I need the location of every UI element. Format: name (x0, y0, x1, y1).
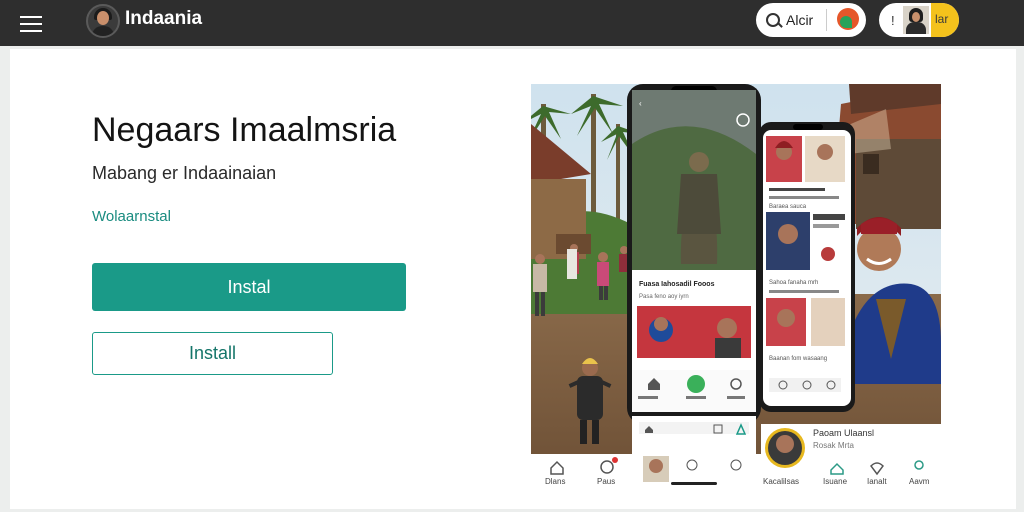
menu-icon[interactable] (20, 13, 42, 33)
search-button[interactable]: Alcir (756, 3, 866, 37)
phone2-caption-b: Sahoa fanaha mrh (769, 280, 818, 286)
app-logo-icon[interactable] (837, 8, 859, 30)
phone2-caption-c: Baanan fom wasaang (769, 356, 827, 362)
divider (826, 9, 827, 31)
install-secondary-button[interactable]: Install (92, 332, 333, 375)
search-icon (766, 13, 780, 27)
tab-label: Isuane (823, 477, 848, 486)
user-menu[interactable]: ! lar (879, 3, 959, 37)
learn-more-link[interactable]: Wolaarnstal (92, 208, 171, 225)
phone1-subline: Pasa feno aoy iyrn (639, 294, 689, 300)
page-subtitle: Mabang er Indaainaian (92, 163, 277, 183)
install-button[interactable]: Instal (92, 263, 406, 311)
profile-meta: Rosak Mrta (813, 441, 854, 450)
hero-image: Dlans Paus Kacalilsas Isuane Ianalt Aavm… (531, 84, 941, 494)
tab-label: Aavm (909, 477, 930, 486)
profile-name: Paoam Ulaansl (813, 428, 874, 438)
brand-name[interactable]: Indaania (125, 8, 202, 30)
user-indicator: ! (891, 13, 895, 28)
back-icon: ‹ (639, 99, 642, 108)
search-label: Alcir (786, 12, 814, 28)
page-title: Negaars Imaalmsria (92, 111, 397, 149)
avatar (903, 6, 929, 34)
tab-label: Dlans (545, 477, 565, 486)
top-bar: Indaania Alcir ! lar (0, 0, 1024, 46)
phone1-headline: Fuasa Iahosadil Fooos (639, 281, 715, 288)
brand-avatar[interactable] (86, 4, 120, 38)
user-badge: lar (935, 12, 949, 26)
tab-label: Kacalilsas (763, 477, 799, 486)
tab-label: Paus (597, 477, 615, 486)
tab-label: Ianalt (867, 477, 887, 486)
phone2-caption-a: Baraea sauca (769, 204, 807, 210)
